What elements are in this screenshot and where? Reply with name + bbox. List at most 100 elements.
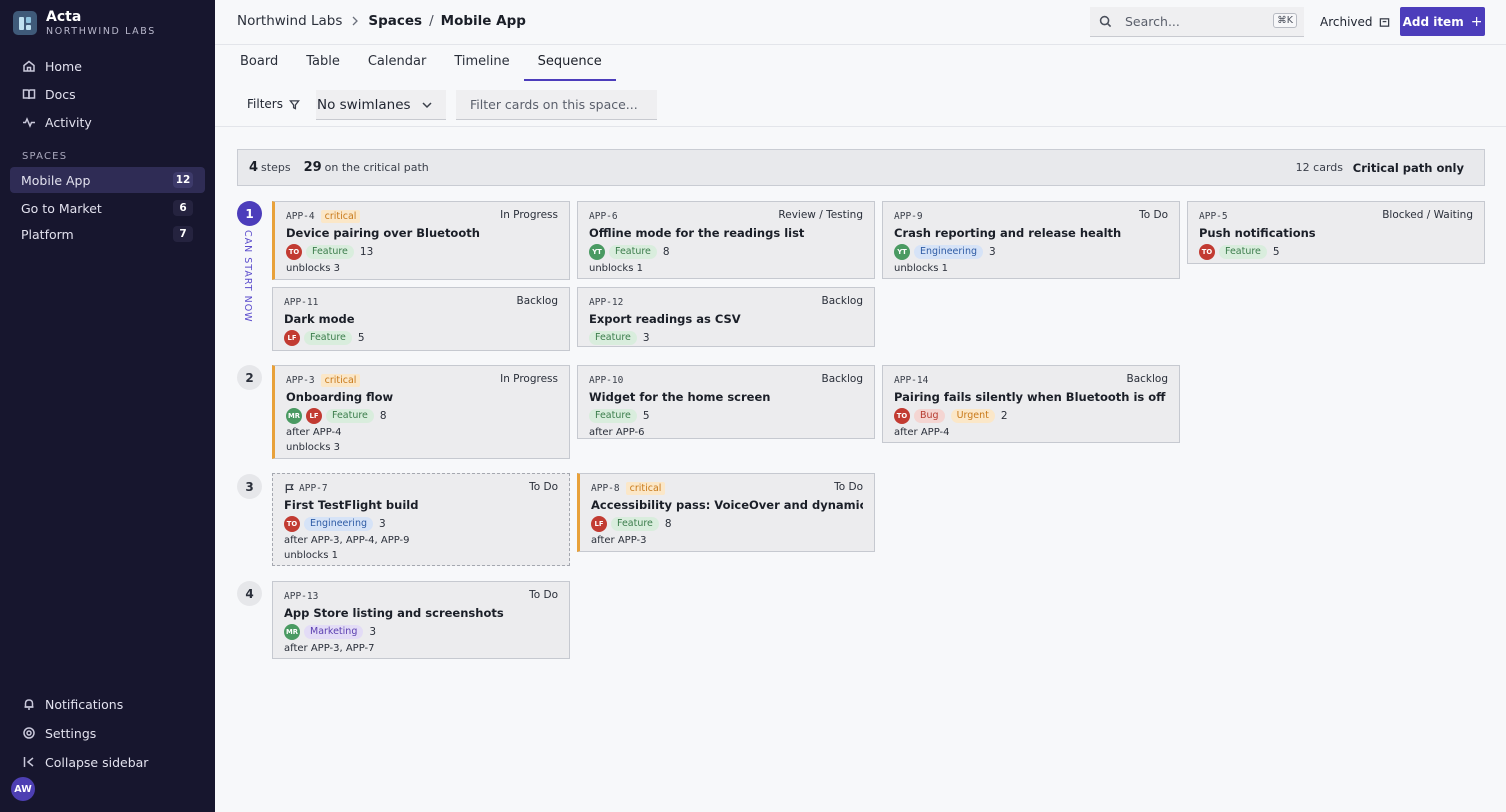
card-title: Accessibility pass: VoiceOver and dynami…: [591, 498, 863, 512]
assignee-avatar: MR: [286, 407, 302, 424]
nav-activity[interactable]: Activity: [10, 109, 205, 135]
breadcrumb-separator: /: [429, 13, 434, 29]
card-key: APP-7: [299, 482, 328, 494]
card-title: Dark mode: [284, 312, 355, 326]
view-tabs: Board Table Calendar Timeline Sequence: [240, 45, 630, 81]
card-key: APP-8: [591, 482, 620, 494]
story-points: 5: [642, 409, 650, 422]
card-title: Device pairing over Bluetooth: [286, 226, 480, 240]
step-number: 4: [237, 581, 262, 606]
critical-path-count: 29: [303, 160, 322, 175]
card-tag: Engineering: [914, 244, 983, 259]
card-dependency: after APP-4: [894, 427, 950, 438]
card-app-14[interactable]: APP-14 Backlog Pairing fails silently wh…: [882, 365, 1180, 443]
assignee-avatar: TO: [284, 515, 300, 532]
card-tag: Feature: [304, 330, 352, 345]
nav-notifications[interactable]: Notifications: [10, 691, 205, 717]
tab-board[interactable]: Board: [240, 45, 278, 81]
card-dependency: after APP-3, APP-4, APP-9: [284, 535, 410, 546]
search-input[interactable]: [1125, 14, 1255, 29]
card-title: First TestFlight build: [284, 498, 419, 512]
app-logo-icon: [13, 11, 37, 36]
nav-label: Collapse sidebar: [45, 754, 149, 770]
card-key: APP-4: [286, 210, 315, 222]
nav-label: Notifications: [45, 696, 124, 712]
story-points: 13: [359, 245, 374, 258]
collapse-sidebar-button[interactable]: Collapse sidebar: [10, 749, 205, 775]
card-status: In Progress: [500, 209, 558, 221]
filter-bar: Filters No swimlanes: [215, 82, 1506, 127]
critical-path-toggle[interactable]: Critical path only: [1353, 161, 1464, 175]
card-unblocks: unblocks 3: [286, 263, 340, 274]
gear-icon: [23, 727, 35, 739]
card-key: APP-10: [589, 374, 624, 386]
card-app-6[interactable]: APP-6 Review / Testing Offline mode for …: [577, 201, 875, 279]
card-key: APP-12: [589, 296, 624, 308]
story-points: 3: [369, 625, 377, 638]
step-number: 1: [237, 201, 262, 226]
filters-button[interactable]: Filters: [247, 97, 300, 111]
card-tag: Feature: [1219, 244, 1267, 259]
shortcut-hint: ⌘K: [1273, 13, 1297, 28]
brand-org: NORTHWIND LABS: [46, 26, 156, 37]
card-unblocks: unblocks 1: [284, 550, 338, 561]
tab-table[interactable]: Table: [306, 45, 340, 81]
space-platform[interactable]: Platform 7: [10, 221, 205, 247]
card-key: APP-14: [894, 374, 929, 386]
card-title: Pairing fails silently when Bluetooth is…: [894, 390, 1166, 404]
space-mobile-app[interactable]: Mobile App 12: [10, 167, 205, 193]
archived-button[interactable]: Archived: [1320, 15, 1390, 29]
card-tag: Feature: [306, 244, 354, 259]
card-app-13[interactable]: APP-13 To Do App Store listing and scree…: [272, 581, 570, 659]
story-points: 8: [662, 245, 670, 258]
story-points: 8: [379, 409, 387, 422]
breadcrumb-org[interactable]: Northwind Labs: [237, 13, 342, 29]
nav-docs[interactable]: Docs: [10, 81, 205, 107]
space-go-to-market[interactable]: Go to Market 6: [10, 195, 205, 221]
tab-calendar[interactable]: Calendar: [368, 45, 426, 81]
card-app-5[interactable]: APP-5 Blocked / Waiting Push notificatio…: [1187, 201, 1485, 264]
nav-home[interactable]: Home: [10, 53, 205, 79]
activity-icon: [23, 117, 35, 128]
card-app-3[interactable]: APP-3 critical In Progress Onboarding flo…: [272, 365, 570, 459]
swimlane-select[interactable]: No swimlanes: [316, 90, 446, 120]
brand[interactable]: Acta NORTHWIND LABS: [13, 10, 156, 37]
card-status: To Do: [1139, 209, 1168, 221]
story-points: 5: [1272, 245, 1280, 258]
archived-label: Archived: [1320, 15, 1373, 29]
card-unblocks: unblocks 1: [894, 263, 948, 274]
chevron-down-icon: [422, 102, 432, 109]
card-status: Backlog: [821, 373, 864, 385]
story-points: 3: [642, 331, 650, 344]
card-tag: Engineering: [304, 516, 373, 531]
breadcrumb-spaces[interactable]: Spaces: [368, 13, 422, 29]
card-app-4[interactable]: APP-4 critical In Progress Device pairing…: [272, 201, 570, 280]
nav-settings[interactable]: Settings: [10, 720, 205, 746]
tab-sequence[interactable]: Sequence: [523, 45, 616, 81]
sidebar: Acta NORTHWIND LABS Home Docs Activity S…: [0, 0, 215, 812]
card-app-12[interactable]: APP-12 Backlog Export readings as CSV Fe…: [577, 287, 875, 347]
card-app-10[interactable]: APP-10 Backlog Widget for the home scree…: [577, 365, 875, 439]
card-status: Backlog: [516, 295, 559, 307]
nav-label: Home: [45, 58, 82, 74]
search-box[interactable]: ⌘K: [1090, 7, 1304, 37]
user-avatar[interactable]: AW: [11, 777, 35, 801]
card-status: To Do: [834, 481, 863, 493]
filter-cards-input[interactable]: [456, 90, 657, 120]
space-label: Go to Market: [21, 200, 102, 216]
book-icon: [22, 89, 36, 100]
chevron-right-icon: [352, 16, 359, 26]
add-item-label: Add item: [1402, 14, 1464, 29]
can-start-now-label: CAN START NOW: [242, 230, 253, 323]
card-app-7[interactable]: APP-7 To Do First TestFlight build TO Eng…: [272, 473, 570, 566]
card-status: Review / Testing: [778, 209, 863, 221]
assignee-avatar: LF: [306, 407, 322, 424]
critical-badge: critical: [625, 481, 666, 495]
add-item-button[interactable]: Add item +: [1400, 7, 1485, 36]
card-app-11[interactable]: APP-11 Backlog Dark mode LF Feature 5: [272, 287, 570, 351]
space-count-badge: 7: [173, 226, 193, 242]
card-app-9[interactable]: APP-9 To Do Crash reporting and release …: [882, 201, 1180, 279]
tab-timeline[interactable]: Timeline: [454, 45, 509, 81]
nav-label: Activity: [45, 114, 92, 130]
card-app-8[interactable]: APP-8 critical To Do Accessibility pass: …: [577, 473, 875, 552]
